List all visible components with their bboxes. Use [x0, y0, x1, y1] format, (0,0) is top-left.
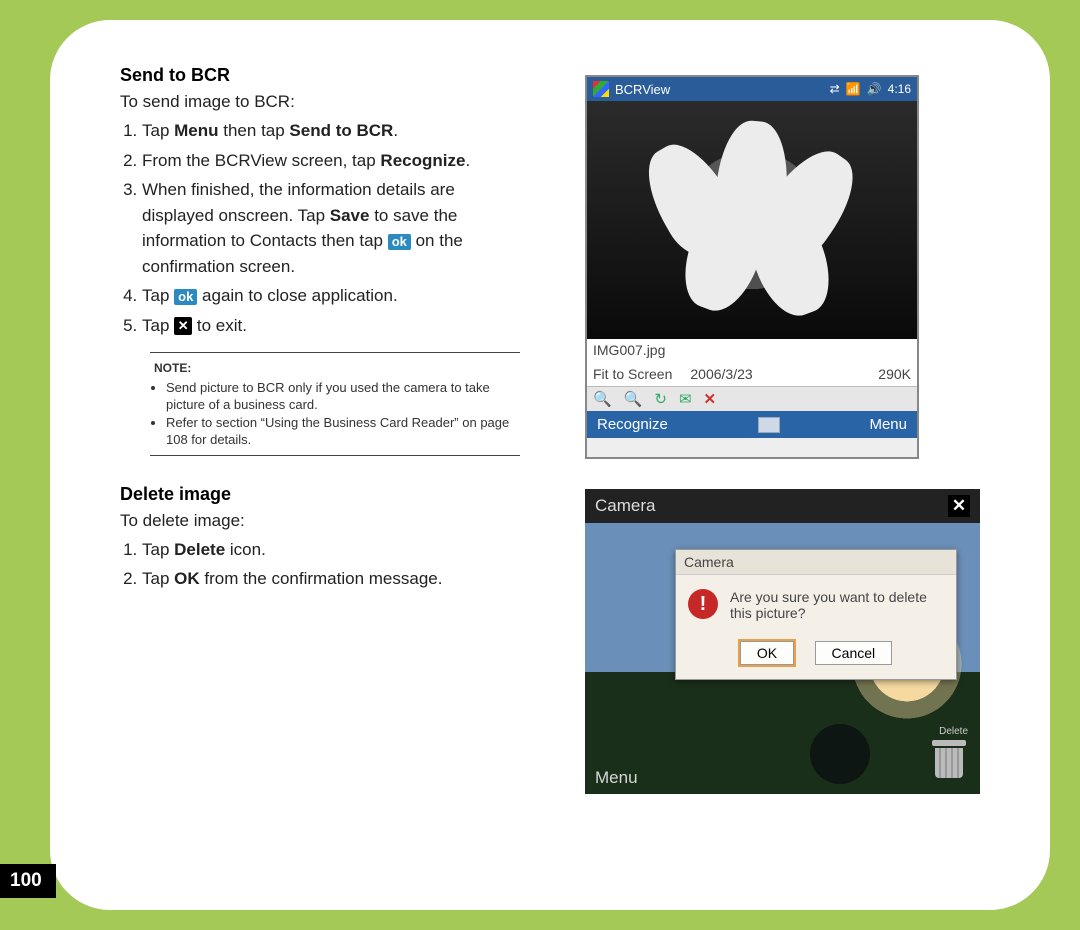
image-filename: IMG007.jpg	[587, 339, 917, 363]
camera-title: Camera	[595, 496, 655, 516]
softkey-menu[interactable]: Menu	[595, 768, 638, 788]
fit-label: Fit to Screen	[593, 365, 672, 385]
ok-icon: ok	[388, 234, 411, 250]
keyboard-icon[interactable]	[758, 417, 780, 433]
page-number: 100	[0, 864, 56, 898]
trash-label: Delete	[939, 726, 968, 737]
del-step-2: Tap OK from the confirmation message.	[142, 566, 520, 592]
zoom-in-icon[interactable]: 🔍	[591, 390, 614, 408]
warning-icon: !	[688, 589, 718, 619]
zoom-out-icon[interactable]: 🔍	[622, 390, 645, 408]
section1-steps: Tap Menu then tap Send to BCR. From the …	[142, 118, 520, 338]
step-2: From the BCRView screen, tap Recognize.	[142, 148, 520, 174]
note-item-2: Refer to section “Using the Business Car…	[166, 414, 516, 449]
close-icon: ✕	[174, 317, 192, 335]
section2-heading: Delete image	[120, 484, 520, 505]
delete-icon[interactable]: ✕	[702, 390, 719, 408]
section1-heading: Send to BCR	[120, 65, 520, 86]
image-date: 2006/3/23	[690, 365, 752, 385]
section2-steps: Tap Delete icon. Tap OK from the confirm…	[142, 537, 520, 592]
note-label: NOTE:	[154, 361, 191, 375]
step-5: Tap ✕ to exit.	[142, 313, 520, 339]
softkey-recognize[interactable]: Recognize	[597, 416, 668, 433]
ok-icon: ok	[174, 289, 197, 305]
section2-intro: To delete image:	[120, 511, 520, 531]
close-icon[interactable]: ✕	[948, 495, 970, 517]
screenshot-bcrview: BCRView ⇄ 📶 🔊 4:16 IMG007.j	[585, 75, 919, 459]
image-toolbar: 🔍 🔍 ↻ ✉ ✕	[587, 386, 917, 411]
dialog-message: Are you sure you want to delete this pic…	[730, 589, 944, 621]
signal-icon[interactable]: 📶	[846, 82, 861, 96]
step-1: Tap Menu then tap Send to BCR.	[142, 118, 520, 144]
confirm-dialog: Camera ! Are you sure you want to delete…	[675, 549, 957, 680]
windows-flag-icon[interactable]	[593, 81, 609, 97]
del-step-1: Tap Delete icon.	[142, 537, 520, 563]
image-size: 290K	[878, 365, 911, 385]
screenshot-camera-delete: Camera ✕ Camera ! Are you sure you want …	[585, 489, 980, 794]
note-box: NOTE: Send picture to BCR only if you us…	[150, 352, 520, 456]
image-preview[interactable]	[587, 101, 917, 339]
volume-icon[interactable]: 🔊	[867, 82, 882, 96]
note-item-1: Send picture to BCR only if you used the…	[166, 379, 516, 414]
section1-intro: To send image to BCR:	[120, 92, 520, 112]
step-3: When finished, the information details a…	[142, 177, 520, 279]
connectivity-icon[interactable]: ⇄	[830, 82, 840, 96]
rotate-icon[interactable]: ↻	[652, 390, 669, 408]
ok-button[interactable]: OK	[740, 641, 794, 665]
send-icon[interactable]: ✉	[677, 390, 694, 408]
wm-titlebar: BCRView ⇄ 📶 🔊 4:16	[587, 77, 917, 101]
clock: 4:16	[888, 82, 911, 96]
app-title: BCRView	[615, 82, 670, 97]
softkey-menu[interactable]: Menu	[869, 416, 907, 433]
trash-icon[interactable]: Delete	[932, 740, 966, 780]
dialog-title: Camera	[676, 550, 956, 575]
cancel-button[interactable]: Cancel	[815, 641, 893, 665]
step-4: Tap ok again to close application.	[142, 283, 520, 309]
manual-page: Send to BCR To send image to BCR: Tap Me…	[50, 20, 1050, 910]
